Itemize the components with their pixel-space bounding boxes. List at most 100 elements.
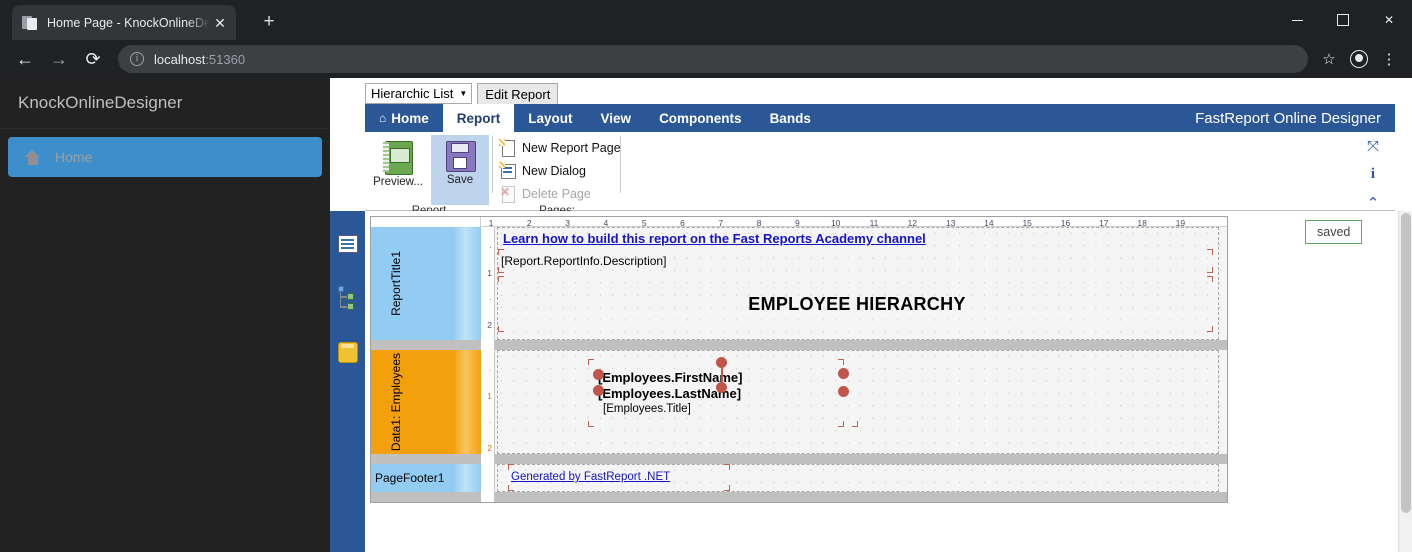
selection-handle-right-2[interactable] [838,386,849,397]
preview-button[interactable]: Preview... [369,135,427,188]
vertical-ruler: · 1 · 2 · 1 · 2 [481,227,495,502]
collapse-ribbon-icon[interactable]: ⌃ [1363,194,1383,212]
edit-report-button[interactable]: Edit Report [477,83,558,105]
report-description-text: [Report.ReportInfo.Description] [501,254,666,268]
ribbon-tab-layout[interactable]: Layout [514,104,586,132]
delete-page-item: Delete Page [493,182,591,205]
save-button[interactable]: Save [431,135,489,205]
browser-chrome: Home Page - KnockOnlineDesigner ✕ + ✕ ← … [0,0,1412,78]
browser-menu-icon[interactable]: ⋮ [1374,44,1404,74]
selection-handle-left-2[interactable] [593,385,604,396]
scrollbar-thumb[interactable] [1401,213,1411,513]
properties-panel-icon[interactable] [330,217,365,271]
preview-icon [383,141,413,173]
bookmark-star-icon[interactable]: ☆ [1314,44,1344,74]
ruler-tick: 5 [642,218,647,227]
page-body: KnockOnlineDesigner Home Hierarchic List… [0,78,1412,552]
selection-handle-mid[interactable] [716,382,727,393]
ruler-tick: 11 [870,218,879,227]
generated-by-link[interactable]: Generated by FastReport .NET [511,467,727,488]
ribbon-tab-components[interactable]: Components [645,104,756,132]
profile-avatar-icon[interactable] [1344,44,1374,74]
status-badge: saved [1305,220,1362,244]
new-tab-button[interactable]: + [256,10,282,36]
browser-tab[interactable]: Home Page - KnockOnlineDesigner ✕ [12,5,236,40]
new-report-page-item[interactable]: New Report Page [493,136,621,159]
ribbon: ⌂ Home Report Layout View Components Ban… [365,104,1395,211]
band-label-reporttitle[interactable]: ReportTitle1 [371,227,481,340]
designer-canvas[interactable]: saved 1·2·3·4·5·6·7·8·9·10·11·12·13·14·1… [365,211,1412,552]
report-template-select[interactable]: Hierarchic List ▼ [365,83,472,104]
designer-brand-title: FastReport Online Designer [1195,104,1395,132]
ribbon-body: Preview... Save Report New Rep [365,132,1395,211]
forward-button[interactable]: → [42,42,76,76]
ruler-tick: 12 [908,218,917,227]
canvas-scrollbar[interactable] [1398,211,1412,552]
academy-link-text: Learn how to build this report on the Fa… [503,231,926,246]
address-bar[interactable]: i localhost:51360 [118,45,1308,73]
ruler-corner [371,217,481,227]
band-separator [495,492,1227,502]
selection-handle-top[interactable] [716,357,727,368]
report-page-sheet[interactable]: 1·2·3·4·5·6·7·8·9·10·11·12·13·14·15·16·1… [370,216,1228,503]
ribbon-tab-report[interactable]: Report [443,104,515,132]
band-separator [495,454,1227,464]
band-label-data1[interactable]: Data1: Employees [371,350,481,454]
window-controls: ✕ [1274,0,1412,40]
ruler-tick: 1 [489,218,494,227]
site-info-icon[interactable]: i [130,52,144,66]
report-description[interactable]: [Report.ReportInfo.Description] [501,252,1213,270]
back-button[interactable]: ← [8,42,42,76]
url-host: localhost [154,52,205,67]
new-dialog-item[interactable]: New Dialog [493,159,586,182]
data-source-icon[interactable] [330,325,365,379]
window-maximize-button[interactable] [1320,0,1366,40]
report-tree-icon[interactable] [330,271,365,325]
ribbon-tab-home-label: Home [391,111,429,126]
ruler-tick: 3 [565,218,570,227]
selection-handle-right-1[interactable] [838,368,849,379]
window-minimize-button[interactable] [1274,0,1320,40]
ruler-tick: 13 [946,218,955,227]
ribbon-tab-bands[interactable]: Bands [756,104,825,132]
window-close-button[interactable]: ✕ [1366,0,1412,40]
ruler-tick: 8 [757,218,762,227]
academy-link[interactable]: Learn how to build this report on the Fa… [503,230,1223,251]
selection-handle-left-1[interactable] [593,369,604,380]
band-labels-column: ReportTitle1 Data1: Employees [371,227,481,502]
ruler-tick: 9 [795,218,800,227]
design-surface[interactable]: Learn how to build this report on the Fa… [495,227,1227,502]
band-separator [495,340,1227,350]
band-pagefooter[interactable]: Generated by FastReport .NET [495,464,1227,492]
new-report-page-label: New Report Page [522,141,621,155]
band-reporttitle[interactable]: Learn how to build this report on the Fa… [495,227,1227,340]
band-label-pagefooter-text: PageFooter1 [371,471,444,485]
tab-close-icon[interactable]: ✕ [210,13,230,33]
reload-button[interactable]: ⟳ [76,42,110,76]
band-separator [371,454,481,464]
browser-toolbar: ← → ⟳ i localhost:51360 ☆ ⋮ [0,40,1412,78]
fullscreen-icon[interactable]: ⤧ [1363,138,1383,155]
ribbon-right-icons: ⤧ i ⌃ [1363,132,1383,211]
band-label-pagefooter[interactable]: PageFooter1 [371,464,481,492]
generated-by-link-text: Generated by FastReport .NET [511,471,670,483]
new-page-icon [499,139,515,156]
ribbon-group-report: Preview... Save Report [365,132,493,211]
ruler-tick: 18 [1137,218,1146,227]
ruler-tick: 14 [984,218,993,227]
band-data1[interactable]: [Employees.FirstName] [Employees.LastNam… [495,350,1227,454]
ribbon-tab-home[interactable]: ⌂ Home [365,104,443,132]
hierarchy-title[interactable]: EMPLOYEE HIERARCHY [501,279,1213,329]
ruler-tick: 4 [604,218,609,227]
ribbon-tab-view[interactable]: View [587,104,646,132]
ruler-tick: 10 [831,218,840,227]
app-sidebar: KnockOnlineDesigner Home [0,78,330,552]
tab-title: Home Page - KnockOnlineDesigner [47,16,210,30]
ruler-tick: 6 [680,218,685,227]
save-button-label: Save [447,174,473,186]
ruler-tick: 19 [1176,218,1185,227]
sidebar-item-home[interactable]: Home [8,137,322,177]
preview-button-label: Preview... [373,176,423,188]
employee-title-field[interactable]: [Employees.Title] [603,399,783,417]
info-icon[interactable]: i [1363,166,1383,183]
